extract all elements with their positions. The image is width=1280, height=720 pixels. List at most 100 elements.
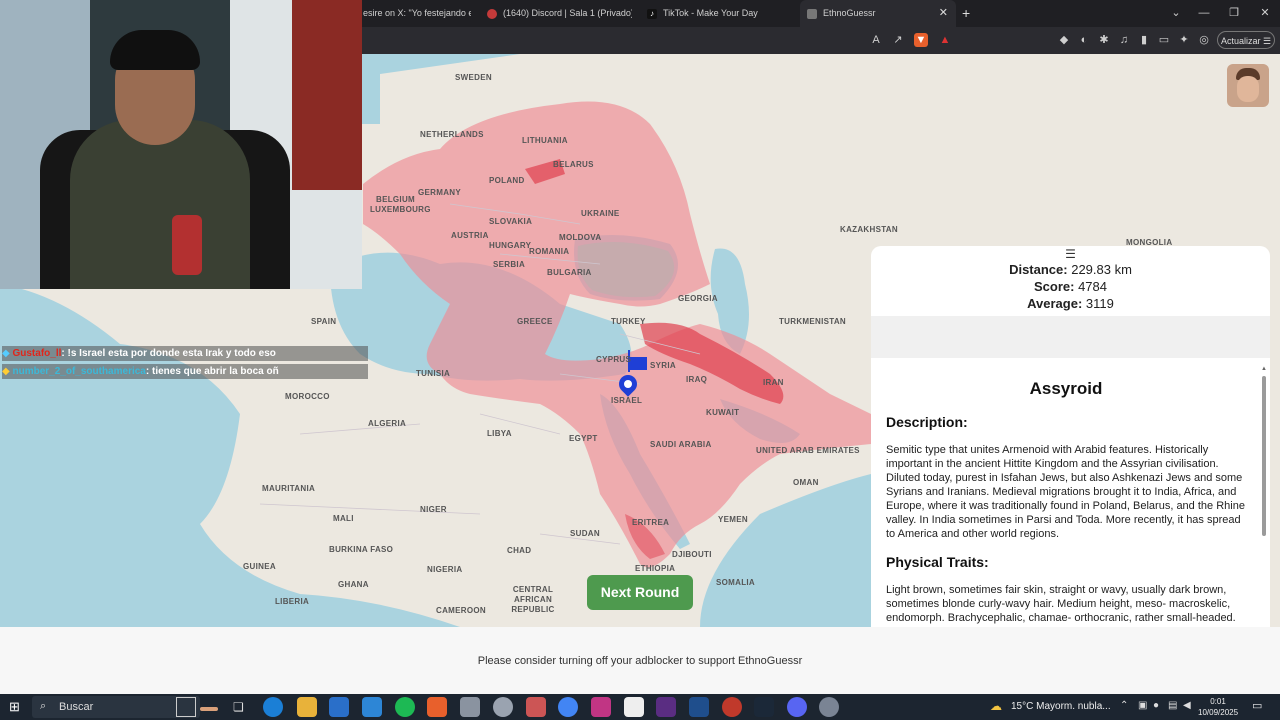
brave-shield-icon[interactable]: ▼ [914,33,928,47]
close-tab-icon[interactable]: ✕ [939,0,948,27]
app-icon[interactable] [656,697,676,717]
scrollbar-thumb[interactable] [1262,376,1266,536]
share-icon[interactable]: ↗ [891,33,905,47]
distance-row: Distance: 229.83 km [871,261,1270,278]
label-germany: GERMANY [418,188,461,197]
label-bulgaria: BULGARIA [547,268,592,277]
extension-diamond-icon[interactable]: ◆ [1057,33,1071,47]
chat-message: : tienes que abrir la boca oñ [145,366,279,377]
tab-ethnoguessr[interactable]: EthnoGuessr ✕ [800,0,956,27]
label-chad: CHAD [507,546,532,555]
chat-badge-icon: ◆ [2,366,10,377]
label-saudi-arabia: SAUDI ARABIA [650,440,712,449]
volume-icon[interactable]: ◀ [1183,700,1191,711]
edge-icon[interactable] [263,697,283,717]
new-tab-icon[interactable]: + [962,0,970,27]
label-lithuania: LITHUANIA [522,136,568,145]
score-value: 4784 [1078,279,1107,294]
label-cameroon: CAMEROON [436,606,486,615]
traits-heading: Physical Traits: [886,554,989,570]
steam-icon[interactable] [754,697,774,717]
instagram-icon[interactable] [591,697,611,717]
maximize-icon[interactable]: ❐ [1219,0,1249,27]
app-icon[interactable] [722,697,742,717]
chat-message: : !s Israel esta por donde esta Irak y t… [61,348,276,359]
tray-icon[interactable]: ▣ [1138,700,1147,711]
store-icon[interactable] [329,697,349,717]
leo-icon[interactable]: ✦ [1177,33,1191,47]
wallet-icon[interactable]: ▭ [1157,33,1171,47]
spotify-icon[interactable] [395,697,415,717]
avatar[interactable] [1227,64,1269,107]
label-algeria: ALGERIA [368,419,407,428]
discord-icon [487,8,497,19]
label-nigeria: NIGERIA [427,565,463,574]
label-guinea: GUINEA [243,562,276,571]
music-icon[interactable]: ♫ [1117,33,1131,47]
puzzle-icon[interactable]: ✱ [1097,33,1111,47]
app-icon[interactable] [819,697,839,717]
chrome-icon[interactable] [558,697,578,717]
label-austria: AUSTRIA [451,231,489,240]
weather-text[interactable]: 15°C Mayorm. nubla... [1011,701,1111,712]
chat-line: ◆ number_2_of_southamerica: tienes que a… [2,364,368,379]
notifications-icon[interactable]: ▭ [1252,699,1262,712]
label-oman: OMAN [793,478,819,487]
file-explorer-icon[interactable] [297,697,317,717]
score-stats: Distance: 229.83 km Score: 4784 Average:… [871,261,1270,312]
brave-rewards-icon[interactable]: ▲ [938,33,952,47]
search-placeholder: Buscar [59,701,94,713]
label-burkina-faso: BURKINA FASO [329,545,394,554]
microphone-icon[interactable]: ● [1153,700,1159,711]
brave-icon[interactable] [427,697,447,717]
task-view-icon[interactable]: ❏ [233,700,244,714]
label-uae: UNITED ARAB EMIRATES [756,446,860,455]
vpn-icon[interactable]: ◎ [1197,33,1211,47]
label-sudan: SUDAN [570,529,600,538]
scroll-up-icon[interactable]: ▲ [1261,366,1267,372]
minimize-icon[interactable]: — [1189,0,1219,27]
webcam-microphone [172,215,202,275]
webcam-feed [0,0,362,289]
tab-x[interactable]: esire on X: "Yo festejando el g [363,0,471,27]
extension-icon[interactable]: ◐ [1077,33,1091,47]
label-poland: POLAND [489,176,525,185]
webcam-person-jacket [70,120,250,289]
taskbar-search[interactable]: ⌕ Buscar [32,696,200,718]
network-icon[interactable]: ▤ [1168,700,1177,711]
chevron-up-icon[interactable]: ⌃ [1120,700,1128,711]
label-liberia: LIBERIA [275,597,310,606]
notepad-icon[interactable] [624,697,644,717]
sidebar-icon[interactable]: ▮ [1137,33,1151,47]
tab-list-icon[interactable]: ⌄ [1161,0,1191,27]
app-icon[interactable] [493,697,513,717]
label-hungary: HUNGARY [489,241,532,250]
label-luxembourg: LUXEMBOURG [370,205,431,214]
distance-value: 229.83 km [1071,262,1132,277]
mail-icon[interactable] [362,697,382,717]
panel-menu-icon[interactable]: ☰ [871,247,1270,261]
weather-icon[interactable]: ☁ [990,699,1002,713]
adblock-notice: Please consider turning off your adblock… [477,655,803,667]
windows-start-icon[interactable]: ⊞ [9,700,23,714]
close-window-icon[interactable]: ✕ [1250,0,1280,27]
label-niger: NIGER [420,505,447,514]
label-iraq: IRAQ [686,375,708,384]
webcam-person-hair [110,30,200,70]
description-heading: Description: [886,414,968,430]
next-round-button[interactable]: Next Round [587,575,693,610]
app-icon[interactable] [460,697,480,717]
update-button[interactable]: Actualizar ☰ [1217,31,1275,49]
taskbar-clock[interactable]: 0:01 10/09/2025 [1198,696,1238,718]
label-spain: SPAIN [311,317,337,326]
panel-scrollbar[interactable]: ▲ [1261,366,1267,627]
label-kuwait: KUWAIT [706,408,740,417]
app-icon[interactable] [689,697,709,717]
app-icon[interactable] [526,697,546,717]
tab-tiktok[interactable]: ♪ TikTok - Make Your Day [647,0,787,27]
translate-icon[interactable]: A [869,33,883,47]
tab-discord[interactable]: (1640) Discord | Sala 1 (Privado) | Pl [487,0,632,27]
tab-tiktok-label: TikTok - Make Your Day [663,8,758,18]
discord-icon[interactable] [787,697,807,717]
label-yemen: YEMEN [718,515,748,524]
